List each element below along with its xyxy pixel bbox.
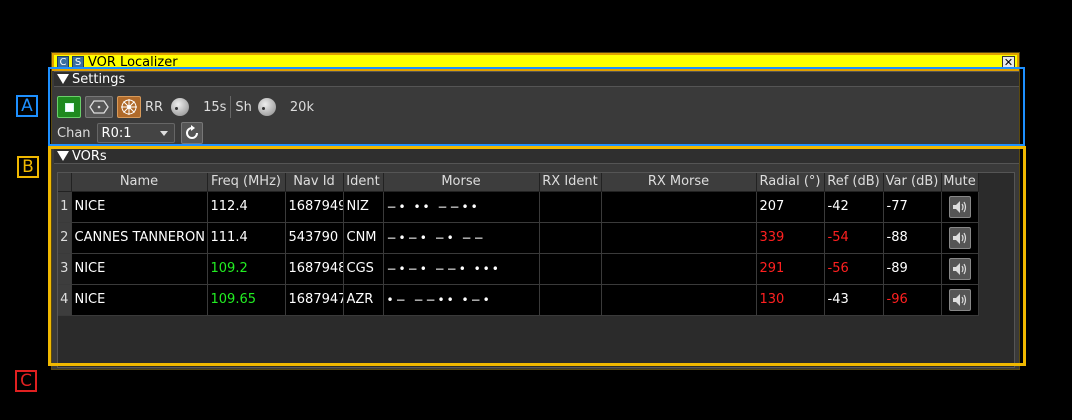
- callout-b: B: [17, 156, 39, 178]
- callout-a: A: [16, 95, 38, 117]
- annotation-box-b: [48, 146, 1026, 366]
- callout-c: C: [15, 370, 37, 392]
- annotation-box-a: [48, 67, 1025, 146]
